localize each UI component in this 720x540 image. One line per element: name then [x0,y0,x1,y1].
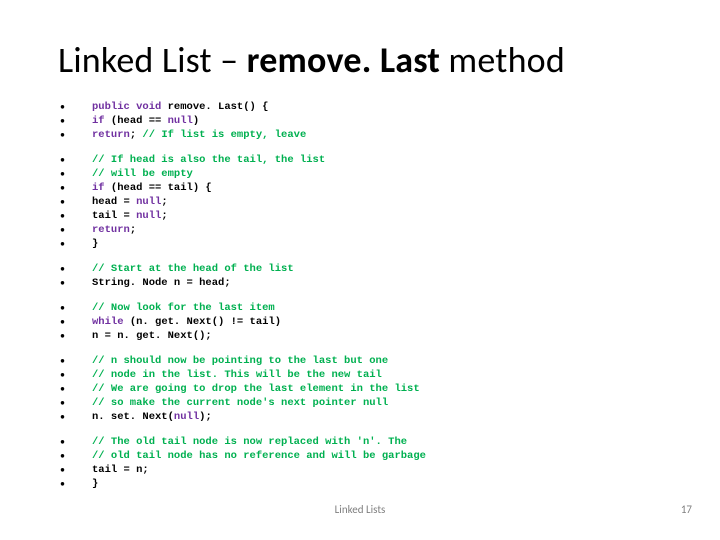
code-text: return; [92,223,136,237]
code-text: if (head == null) [92,114,199,128]
code-text: // The old tail node is now replaced wit… [92,435,407,449]
code-line: •String. Node n = head; [58,276,662,290]
code-text: // We are going to drop the last element… [92,382,420,396]
code-text: n. set. Next(null); [92,410,212,424]
bullet-icon: • [58,315,92,329]
title-suffix: method [440,38,565,82]
code-blocks: •public void remove. Last() {•if (head =… [58,100,662,491]
bullet-icon: • [58,195,92,209]
code-block: •public void remove. Last() {•if (head =… [58,100,662,142]
slide: Linked List – remove. Last method •publi… [0,0,720,540]
footer-page-number: 17 [681,503,692,516]
code-line: •public void remove. Last() { [58,100,662,114]
bullet-icon: • [58,410,92,424]
bullet-icon: • [58,301,92,315]
bullet-icon: • [58,209,92,223]
code-text: return; // If list is empty, leave [92,128,306,142]
code-text: tail = n; [92,463,149,477]
bullet-icon: • [58,114,92,128]
code-line: •// n should now be pointing to the last… [58,354,662,368]
code-line: •// Now look for the last item [58,301,662,315]
code-line: •} [58,237,662,251]
code-block: •// The old tail node is now replaced wi… [58,435,662,491]
code-line: •// If head is also the tail, the list [58,153,662,167]
code-text: if (head == tail) { [92,181,212,195]
bullet-icon: • [58,396,92,410]
code-text: tail = null; [92,209,168,223]
code-line: •return; [58,223,662,237]
code-text: n = n. get. Next(); [92,329,212,343]
code-line: •tail = n; [58,463,662,477]
code-line: •// old tail node has no reference and w… [58,449,662,463]
bullet-icon: • [58,100,92,114]
bullet-icon: • [58,223,92,237]
code-line: •if (head == tail) { [58,181,662,195]
bullet-icon: • [58,329,92,343]
code-line: •while (n. get. Next() != tail) [58,315,662,329]
code-text: } [92,237,98,251]
bullet-icon: • [58,354,92,368]
bullet-icon: • [58,276,92,290]
code-line: •tail = null; [58,209,662,223]
code-block: •// If head is also the tail, the list•/… [58,153,662,251]
bullet-icon: • [58,463,92,477]
code-line: •// Start at the head of the list [58,262,662,276]
code-block: •// Start at the head of the list•String… [58,262,662,290]
code-text: String. Node n = head; [92,276,231,290]
bullet-icon: • [58,262,92,276]
code-text: // n should now be pointing to the last … [92,354,388,368]
bullet-icon: • [58,153,92,167]
title-bold: remove. Last [247,38,440,82]
code-line: •return; // If list is empty, leave [58,128,662,142]
code-text: public void remove. Last() { [92,100,268,114]
code-text: // If head is also the tail, the list [92,153,325,167]
code-line: •// will be empty [58,167,662,181]
bullet-icon: • [58,237,92,251]
code-line: •// We are going to drop the last elemen… [58,382,662,396]
bullet-icon: • [58,368,92,382]
bullet-icon: • [58,167,92,181]
code-text: // Start at the head of the list [92,262,294,276]
bullet-icon: • [58,128,92,142]
code-line: •// The old tail node is now replaced wi… [58,435,662,449]
code-text: // node in the list. This will be the ne… [92,368,382,382]
bullet-icon: • [58,477,92,491]
code-block: •// n should now be pointing to the last… [58,354,662,424]
code-line: •head = null; [58,195,662,209]
code-text: // Now look for the last item [92,301,275,315]
bullet-icon: • [58,449,92,463]
code-line: •} [58,477,662,491]
code-text: // old tail node has no reference and wi… [92,449,426,463]
code-text: } [92,477,98,491]
code-text: while (n. get. Next() != tail) [92,315,281,329]
bullet-icon: • [58,435,92,449]
code-line: •n = n. get. Next(); [58,329,662,343]
bullet-icon: • [58,181,92,195]
title-prefix: Linked List – [58,38,247,82]
code-text: // will be empty [92,167,193,181]
bullet-icon: • [58,382,92,396]
code-line: •if (head == null) [58,114,662,128]
code-line: •n. set. Next(null); [58,410,662,424]
code-text: // so make the current node's next point… [92,396,388,410]
footer-center: Linked Lists [0,503,720,516]
code-line: •// node in the list. This will be the n… [58,368,662,382]
page-title: Linked List – remove. Last method [58,38,662,82]
code-text: head = null; [92,195,168,209]
code-block: •// Now look for the last item•while (n.… [58,301,662,343]
code-line: •// so make the current node's next poin… [58,396,662,410]
